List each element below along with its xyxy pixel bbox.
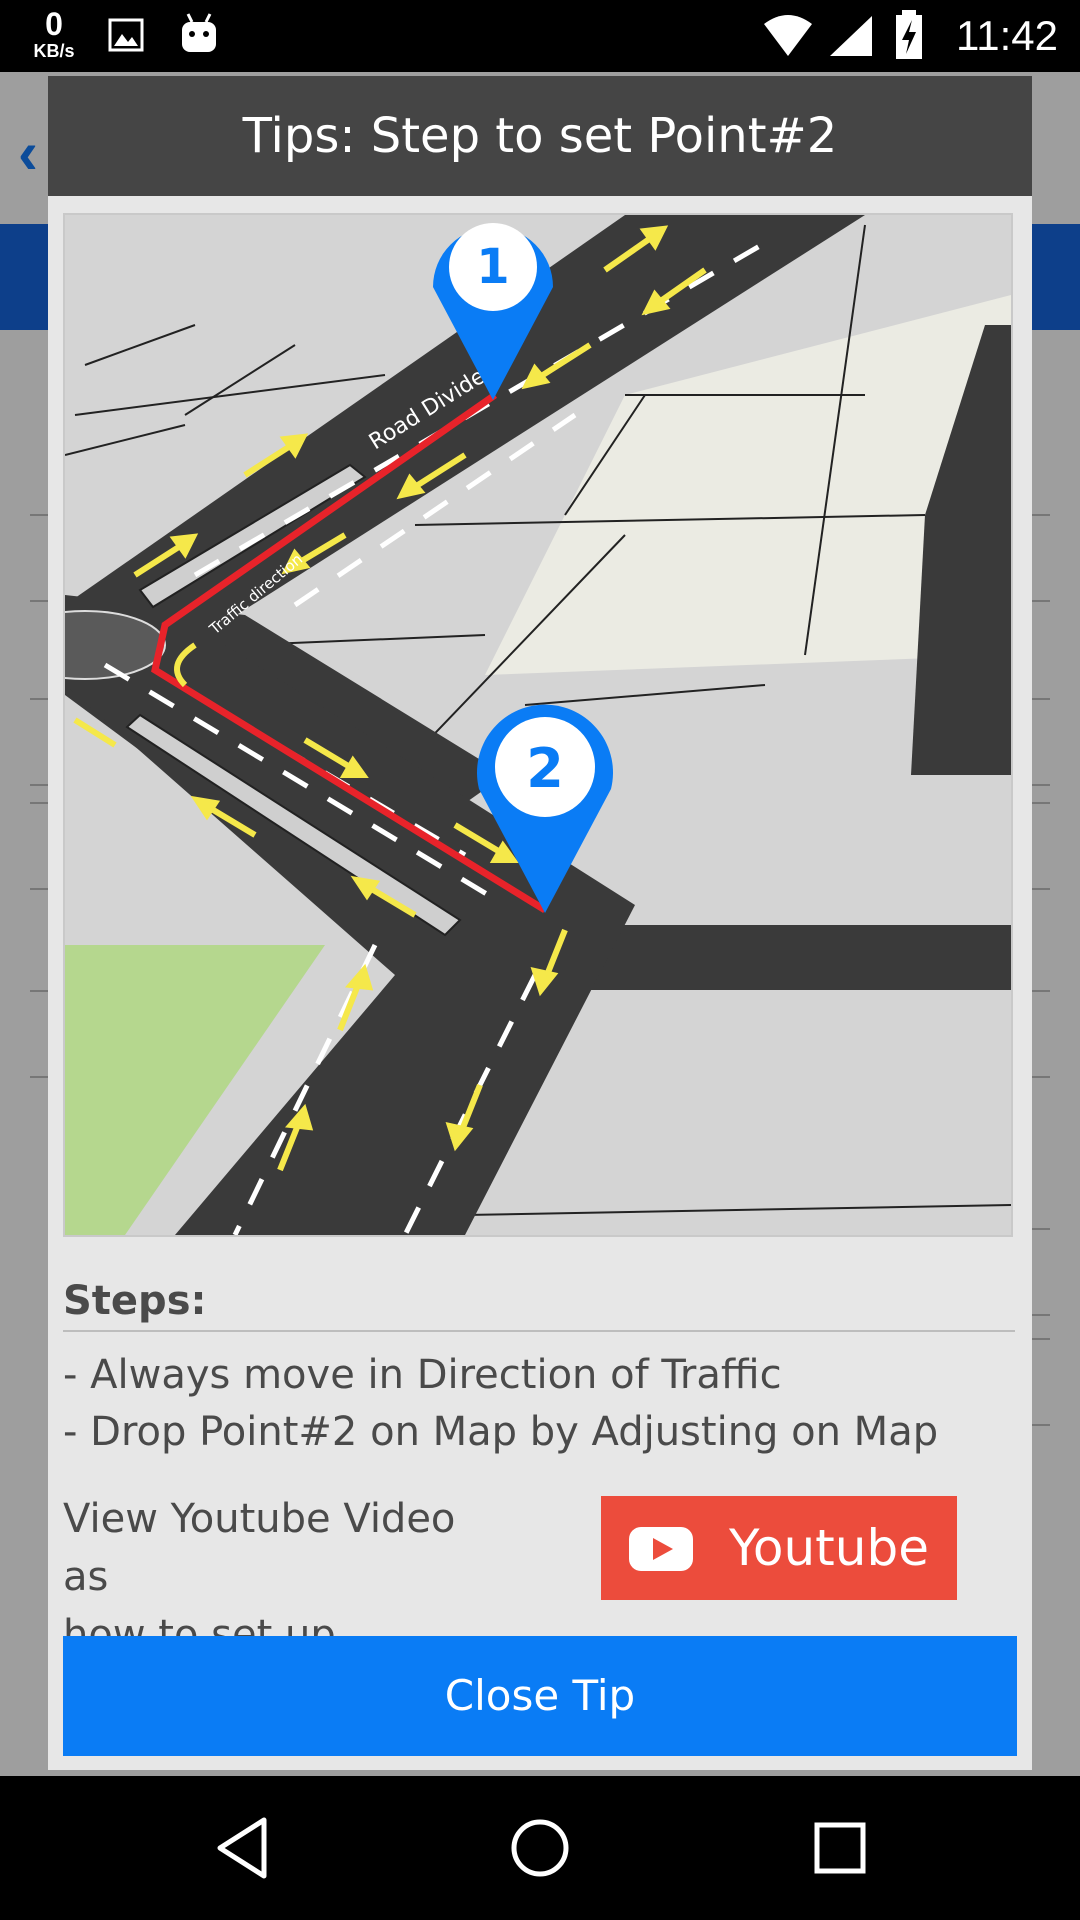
dialog-title: Tips: Step to set Point#2 (48, 76, 1032, 196)
pin-2-number: 2 (526, 737, 564, 800)
cell-signal-icon (830, 16, 872, 56)
network-speed-value: 0 (45, 6, 63, 42)
android-debug-icon (182, 13, 216, 52)
tips-dialog: Tips: Step to set Point#2 Road Divider T… (48, 76, 1032, 1770)
tip-illustration-map: Road Divider Traffic direction 1 2 (63, 213, 1013, 1237)
background-back-icon: ‹ (18, 119, 38, 186)
youtube-button[interactable]: Youtube (601, 1496, 957, 1600)
battery-charging-icon (896, 10, 922, 59)
close-tip-button[interactable]: Close Tip (63, 1636, 1017, 1756)
steps-heading: Steps: (63, 1278, 207, 1324)
wifi-icon (764, 15, 812, 56)
youtube-button-label: Youtube (729, 1519, 929, 1577)
pin-1-number: 1 (476, 239, 509, 295)
clock: 11:42 (956, 12, 1058, 59)
status-bar: 0 KB/s 11:42 (0, 0, 1080, 72)
steps-divider (63, 1330, 1015, 1332)
image-notification-icon (108, 18, 144, 52)
network-speed-unit: KB/s (33, 41, 75, 61)
home-nav-icon[interactable] (510, 1818, 570, 1878)
side-road (565, 925, 1011, 990)
step-item: - Drop Point#2 on Map by Adjusting on Ma… (63, 1409, 939, 1455)
back-nav-icon[interactable] (214, 1816, 270, 1880)
navigation-bar (0, 1776, 1080, 1920)
youtube-prompt-line: View Youtube Video as (63, 1496, 456, 1600)
road-illustration: Road Divider Traffic direction 1 2 (65, 215, 1011, 1235)
youtube-play-icon (629, 1527, 693, 1571)
recents-nav-icon[interactable] (814, 1822, 866, 1874)
step-item: - Always move in Direction of Traffic (63, 1352, 782, 1398)
network-speed: 0 KB/s (26, 8, 82, 60)
